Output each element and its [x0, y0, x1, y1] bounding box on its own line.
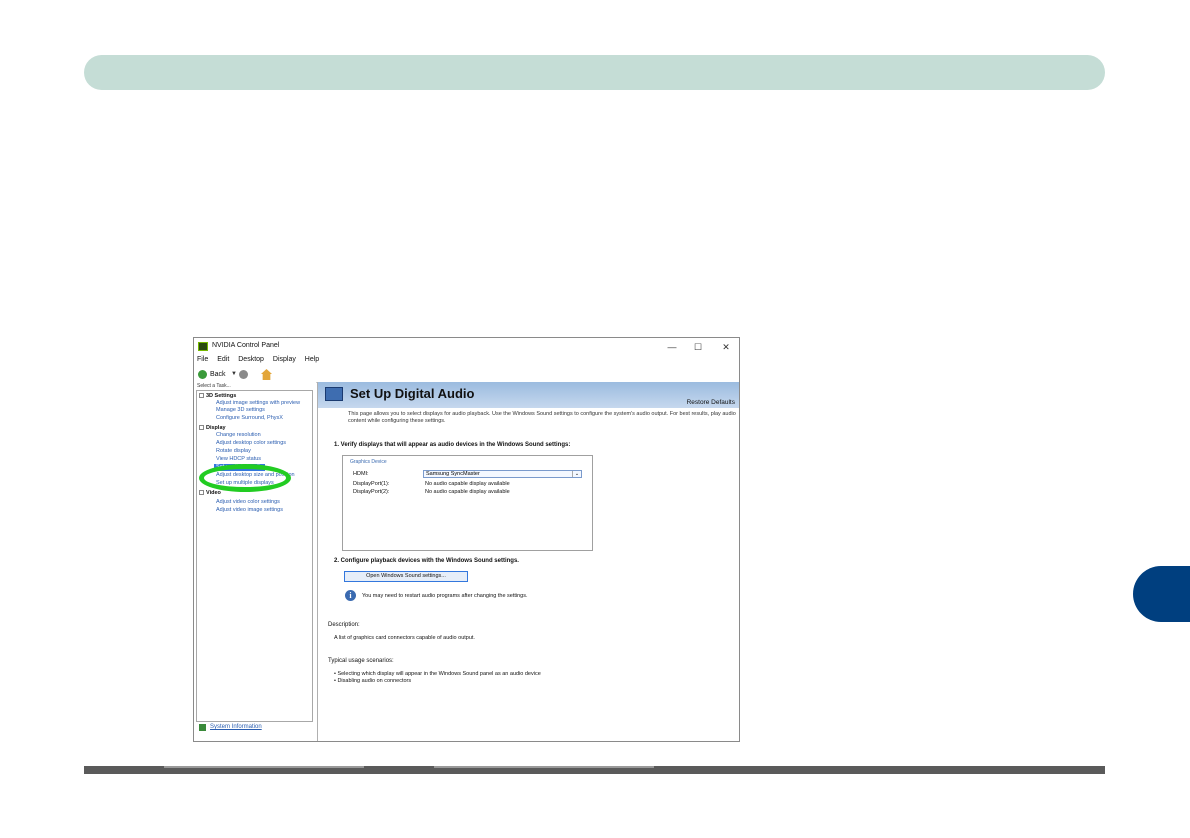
- graphics-device-legend: Graphics Device: [350, 459, 387, 465]
- page-banner: Set Up Digital Audio Restore Defaults: [318, 382, 739, 408]
- menu-help[interactable]: Help: [305, 356, 319, 363]
- chevron-down-icon[interactable]: ⌄: [572, 471, 581, 477]
- footer-rule: [84, 766, 1105, 774]
- port-value-displayport-2: No audio capable display available: [425, 489, 510, 495]
- minimize-button[interactable]: —: [658, 340, 686, 354]
- task-pane: Select a Task... 3D Settings Adjust imag…: [194, 382, 316, 741]
- digital-audio-icon: [325, 387, 343, 401]
- tree-item-configure-surround[interactable]: Configure Surround, PhysX: [216, 415, 283, 422]
- restart-note: You may need to restart audio programs a…: [362, 593, 528, 599]
- close-button[interactable]: ✕: [712, 340, 739, 354]
- tree-category-display[interactable]: Display: [199, 425, 226, 432]
- usage-item: • Selecting which display will appear in…: [334, 671, 541, 677]
- page-intro: This page allows you to select displays …: [348, 411, 736, 424]
- menu-desktop[interactable]: Desktop: [238, 356, 264, 363]
- port-label-displayport-2: DisplayPort(2):: [353, 489, 390, 495]
- tree-item-adjust-desktop-color[interactable]: Adjust desktop color settings: [216, 440, 286, 447]
- system-info-icon: [199, 724, 206, 731]
- collapse-icon[interactable]: [199, 425, 204, 431]
- footer-rule-segment: [164, 766, 364, 768]
- tree-item-manage-3d-settings[interactable]: Manage 3D settings: [216, 407, 265, 414]
- open-sound-settings-button[interactable]: Open Windows Sound settings...: [344, 571, 468, 582]
- content-pane: Set Up Digital Audio Restore Defaults Th…: [317, 382, 739, 741]
- home-icon[interactable]: [261, 369, 272, 380]
- tree-item-view-hdcp-status[interactable]: View HDCP status: [216, 456, 261, 463]
- history-dropdown-icon[interactable]: ▼: [231, 371, 237, 377]
- tree-category-3d-settings[interactable]: 3D Settings: [199, 393, 236, 400]
- hdmi-display-select[interactable]: Samsung SyncMaster ⌄: [423, 470, 582, 478]
- collapse-icon[interactable]: [199, 490, 204, 496]
- menu-file[interactable]: File: [197, 356, 208, 363]
- back-arrow-icon[interactable]: [198, 370, 207, 379]
- page-header-bar: [84, 55, 1105, 90]
- menu-edit[interactable]: Edit: [217, 356, 229, 363]
- menu-display[interactable]: Display: [273, 356, 296, 363]
- maximize-button[interactable]: ☐: [684, 340, 712, 354]
- footer-rule-segment: [434, 766, 654, 768]
- port-value-displayport-1: No audio capable display available: [425, 481, 510, 487]
- toolbar: Back ▼: [194, 367, 739, 383]
- tree-item-adjust-video-color[interactable]: Adjust video color settings: [216, 499, 280, 506]
- system-information-link[interactable]: System Information: [199, 724, 262, 731]
- window-title: NVIDIA Control Panel: [212, 342, 280, 349]
- task-tree[interactable]: 3D Settings Adjust image settings with p…: [196, 390, 313, 722]
- forward-arrow-icon[interactable]: [239, 370, 248, 379]
- page-title: Set Up Digital Audio: [350, 386, 475, 401]
- usage-item: • Disabling audio on connectors: [334, 678, 412, 684]
- chapter-tab: [1133, 566, 1190, 622]
- description-text: A list of graphics card connectors capab…: [334, 635, 475, 641]
- port-label-displayport-1: DisplayPort(1):: [353, 481, 390, 487]
- title-bar: NVIDIA Control Panel — ☐ ✕: [194, 338, 739, 356]
- tree-item-adjust-image-settings[interactable]: Adjust image settings with preview: [216, 400, 300, 407]
- usage-label: Typical usage scenarios:: [328, 658, 394, 664]
- back-button[interactable]: Back: [210, 371, 226, 378]
- section-verify-displays: 1. Verify displays that will appear as a…: [334, 442, 571, 448]
- menu-bar: File Edit Desktop Display Help: [194, 356, 739, 367]
- tree-item-change-resolution[interactable]: Change resolution: [216, 432, 261, 439]
- tree-item-adjust-video-image[interactable]: Adjust video image settings: [216, 507, 283, 514]
- graphics-device-group: Graphics Device HDMI: Samsung SyncMaster…: [342, 455, 593, 551]
- task-pane-label: Select a Task...: [197, 383, 231, 389]
- section-configure-playback: 2. Configure playback devices with the W…: [334, 558, 519, 564]
- tree-category-video[interactable]: Video: [199, 490, 221, 497]
- info-icon: i: [345, 590, 356, 601]
- tree-item-rotate-display[interactable]: Rotate display: [216, 448, 251, 455]
- port-label-hdmi: HDMI:: [353, 471, 369, 477]
- highlight-ring: [199, 464, 291, 492]
- description-label: Description:: [328, 622, 360, 628]
- nvidia-logo-icon: [198, 342, 208, 351]
- nvidia-control-panel-window: NVIDIA Control Panel — ☐ ✕ File Edit Des…: [193, 337, 740, 742]
- restore-defaults-link[interactable]: Restore Defaults: [687, 399, 735, 406]
- collapse-icon[interactable]: [199, 393, 204, 399]
